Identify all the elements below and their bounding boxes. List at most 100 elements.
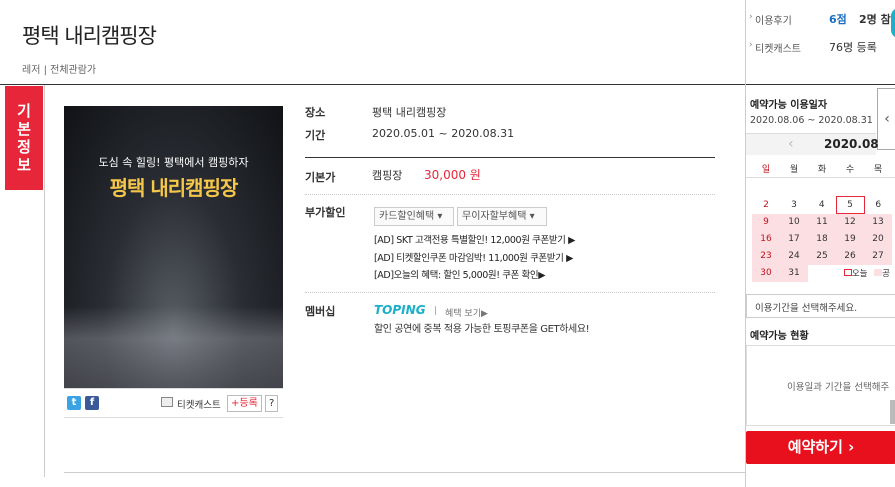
calendar-day[interactable]: 20 bbox=[864, 230, 892, 248]
panel-divider bbox=[746, 84, 895, 85]
calendar-prev-icon[interactable]: ‹ bbox=[877, 88, 895, 150]
period-select[interactable]: 이용기간을 선택해주세요. bbox=[746, 294, 895, 318]
installment-dropdown[interactable]: 무이자할부혜택 ▾ bbox=[457, 207, 547, 226]
calendar-day[interactable]: 10 bbox=[780, 213, 808, 231]
toping-description: 할인 공연에 중복 적용 가능한 토핑쿠폰을 GET하세요! bbox=[374, 324, 590, 335]
calendar-day[interactable]: 3 bbox=[780, 197, 808, 214]
facebook-icon[interactable]: f bbox=[85, 396, 99, 410]
help-button[interactable]: ? bbox=[265, 395, 279, 412]
period-select-text: 이용기간을 선택해주세요. bbox=[755, 303, 858, 314]
poster-title: 평택 내리캠핑장 bbox=[109, 176, 239, 200]
content-border bbox=[44, 85, 45, 477]
calendar-day[interactable]: 23 bbox=[752, 247, 780, 265]
review-score: 6점 bbox=[829, 13, 847, 26]
calendar-day[interactable]: 6 bbox=[864, 197, 892, 214]
calendar-day[interactable]: 30 bbox=[752, 264, 780, 282]
weekday-divider bbox=[746, 177, 895, 178]
calendar-day[interactable]: 17 bbox=[780, 230, 808, 248]
calendar-day[interactable]: 12 bbox=[836, 213, 864, 231]
ticketcast-link[interactable]: 티켓캐스트 bbox=[755, 40, 801, 55]
membership-label: 멤버십 bbox=[305, 305, 336, 318]
calendar-day[interactable]: 19 bbox=[836, 230, 864, 248]
date-title: 예약가능 이용일자 bbox=[750, 100, 828, 111]
calendar-day[interactable]: 25 bbox=[808, 247, 836, 265]
info-divider bbox=[305, 157, 715, 158]
calendar-day[interactable]: 9 bbox=[752, 213, 780, 231]
legend-available-swatch bbox=[874, 269, 883, 276]
calendar-day[interactable]: 4 bbox=[808, 197, 836, 214]
discount-label: 부가할인 bbox=[305, 206, 346, 219]
status-title: 예약가능 현황 bbox=[750, 331, 809, 342]
period-value: 2020.05.01 ~ 2020.08.31 bbox=[372, 127, 515, 140]
poster-lights bbox=[64, 306, 283, 388]
toping-benefit-link[interactable]: 혜택 보기▶ bbox=[445, 306, 488, 319]
register-button[interactable]: +등록 bbox=[227, 395, 262, 412]
poster-subtitle: 도심 속 힐링! 평택에서 캠핑하자 bbox=[98, 156, 249, 169]
dotted-divider bbox=[305, 292, 715, 293]
installment-label: 무이자할부혜택 bbox=[462, 211, 527, 222]
toping-separator: | bbox=[434, 306, 438, 316]
price-value: 30,000 원 bbox=[424, 168, 481, 182]
calendar-day[interactable]: 11 bbox=[808, 213, 836, 231]
scrollbar-thumb[interactable] bbox=[890, 400, 895, 424]
calendar-day[interactable]: 24 bbox=[780, 247, 808, 265]
calendar-day[interactable]: 16 bbox=[752, 230, 780, 248]
twitter-icon[interactable]: t bbox=[67, 396, 81, 410]
month-prev-icon[interactable]: ‹ bbox=[788, 136, 794, 152]
ad-link-today[interactable]: [AD]오늘의 혜택: 할인 5,000원! 쿠폰 확인▶ bbox=[374, 267, 546, 281]
calendar-day-today[interactable]: 5 bbox=[835, 196, 865, 214]
tab-basic-info[interactable]: 기 본 정 보 bbox=[5, 86, 43, 190]
weekday: 월 bbox=[789, 165, 799, 175]
ticketcast-bullet: › bbox=[749, 40, 753, 50]
calendar-month: 2020.08 bbox=[824, 137, 879, 151]
tab-char: 본 bbox=[17, 120, 31, 138]
tab-char: 정 bbox=[17, 138, 31, 156]
calendar-grid: 2 3 4 5 6 9 10 11 12 13 16 17 18 19 20 2… bbox=[752, 196, 892, 282]
calendar-weekdays: 일 월 화 수 목 bbox=[752, 160, 892, 177]
ticketcast-count: 76명 등록 bbox=[829, 41, 877, 54]
place-label: 장소 bbox=[305, 106, 326, 119]
card-discount-dropdown[interactable]: 카드할인혜택 ▾ bbox=[374, 207, 454, 226]
reserve-button[interactable]: 예약하기 › bbox=[746, 431, 895, 464]
review-label[interactable]: 이용후기 bbox=[755, 12, 792, 27]
period-label: 기간 bbox=[305, 129, 326, 142]
weekday-sun: 일 bbox=[761, 165, 771, 175]
price-label: 기본가 bbox=[305, 171, 336, 184]
legend-today-swatch bbox=[843, 269, 852, 276]
review-count: 2명 참 bbox=[859, 13, 891, 26]
page-title: 평택 내리캠핑장 bbox=[22, 24, 157, 48]
legend-available: 공 bbox=[882, 269, 890, 279]
header-divider bbox=[0, 84, 745, 85]
floating-badge[interactable] bbox=[891, 8, 895, 38]
weekday: 화 bbox=[817, 165, 827, 175]
ticketcast-icon bbox=[161, 397, 173, 407]
toping-logo: TOPING bbox=[374, 303, 426, 317]
status-message: 이용일과 기간을 선택해주 bbox=[787, 382, 890, 393]
review-bullet: › bbox=[749, 12, 753, 22]
legend-today: 오늘 bbox=[851, 269, 868, 279]
calendar-day[interactable]: 27 bbox=[864, 247, 892, 265]
date-range: 2020.08.06 ~ 2020.08.31 bbox=[750, 115, 873, 126]
tab-char: 보 bbox=[17, 156, 31, 174]
dotted-divider bbox=[305, 194, 715, 195]
ad-link-coupon[interactable]: [AD] 티켓할인쿠폰 마감임박! 11,000원 쿠폰받기 ▶ bbox=[374, 250, 573, 264]
calendar-day[interactable]: 26 bbox=[836, 247, 864, 265]
calendar-day[interactable]: 18 bbox=[808, 230, 836, 248]
place-value: 평택 내리캠핑장 bbox=[372, 106, 447, 119]
status-box: 이용일과 기간을 선택해주 bbox=[746, 345, 895, 426]
ticketcast-label: 티켓캐스트 bbox=[177, 400, 221, 411]
poster-toolbar: t f 티켓캐스트 +등록 ? bbox=[64, 388, 283, 418]
weekday: 수 bbox=[845, 165, 855, 175]
tab-char: 기 bbox=[17, 102, 31, 120]
content-bottom-border bbox=[64, 472, 745, 473]
poster-image: 도심 속 힐링! 평택에서 캠핑하자 평택 내리캠핑장 bbox=[64, 106, 283, 388]
price-item: 캠핑장 bbox=[372, 169, 403, 182]
calendar-day[interactable]: 13 bbox=[864, 213, 892, 231]
calendar-day[interactable]: 2 bbox=[752, 197, 780, 214]
calendar-header: ‹ 2020.08 bbox=[746, 133, 879, 155]
ad-link-skt[interactable]: [AD] SKT 고객전용 특별할인! 12,000원 쿠폰받기 ▶ bbox=[374, 232, 575, 246]
calendar-legend: 오늘 공 bbox=[808, 265, 892, 282]
card-discount-label: 카드할인혜택 bbox=[379, 211, 435, 222]
breadcrumb: 레저 | 전체관람가 bbox=[22, 65, 97, 76]
calendar-day[interactable]: 31 bbox=[780, 264, 808, 282]
